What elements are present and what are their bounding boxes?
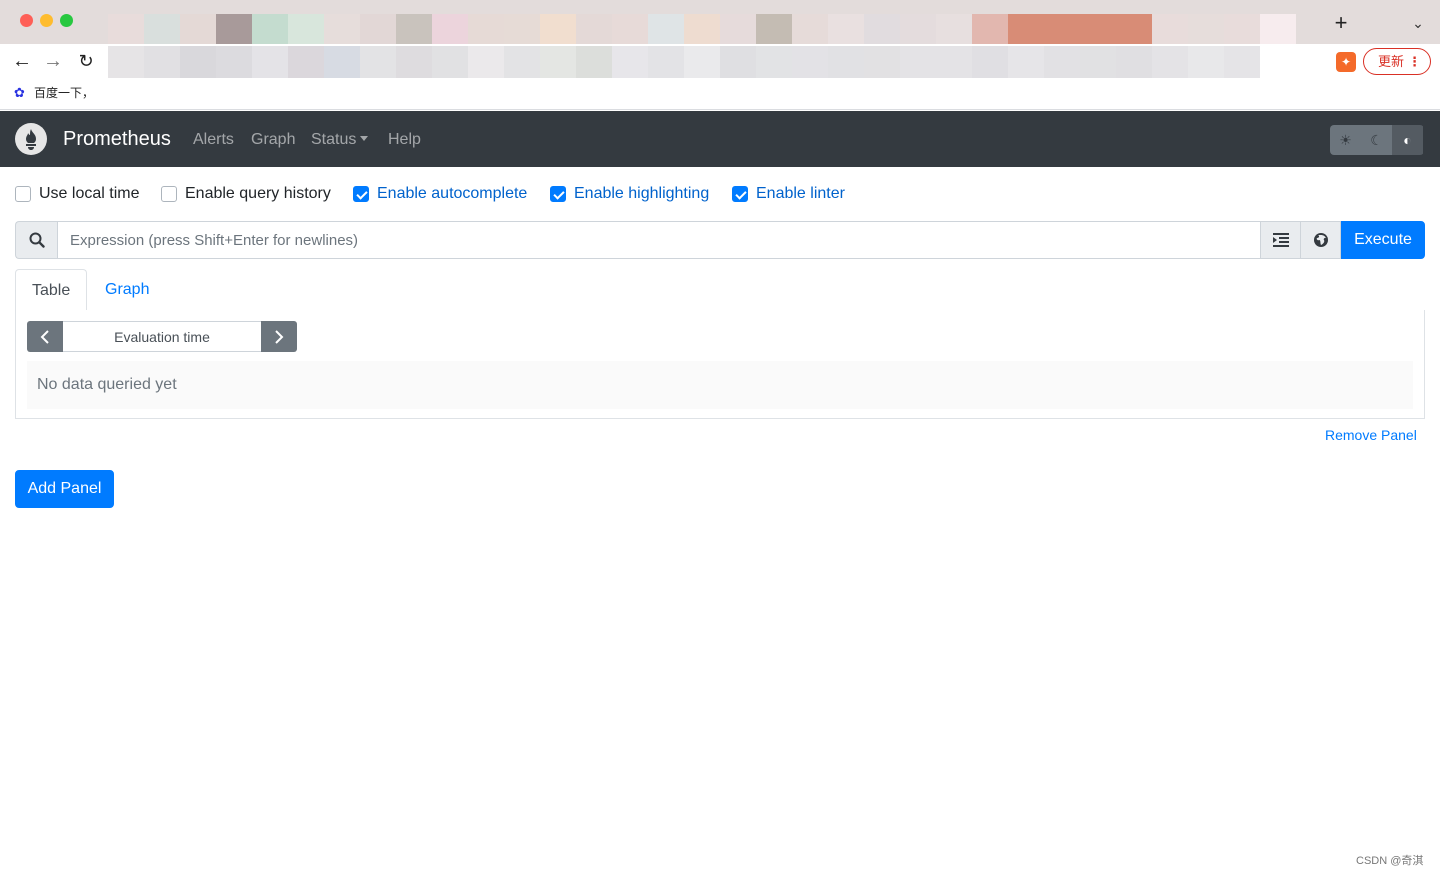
new-tab-button[interactable]: + (1330, 12, 1352, 34)
dark-theme-moon-icon[interactable]: ☾ (1361, 125, 1392, 155)
blurred-block (360, 46, 396, 82)
blurred-block (1152, 46, 1188, 82)
blurred-block (252, 46, 288, 82)
nav-graph[interactable]: Graph (251, 131, 295, 149)
blurred-block (144, 46, 180, 82)
top-navbar: Prometheus Alerts Graph Status Help ☀ ☾ … (0, 111, 1440, 167)
expression-input[interactable] (57, 221, 1261, 259)
blurred-block (468, 46, 504, 82)
add-panel-button[interactable]: Add Panel (15, 470, 114, 508)
maximize-window-button[interactable] (60, 14, 73, 27)
blurred-block (612, 46, 648, 82)
blurred-block (900, 46, 936, 82)
execute-button[interactable]: Execute (1341, 221, 1425, 259)
expression-bar: Execute (15, 221, 1425, 259)
previous-time-button[interactable] (27, 321, 63, 352)
blurred-block (684, 46, 720, 82)
nav-status-label: Status (311, 131, 357, 148)
blurred-address-bar[interactable] (108, 46, 1296, 82)
blurred-block (756, 46, 792, 82)
auto-theme-half-circle-icon[interactable]: ◐ (1392, 125, 1423, 155)
panel-tabs: Table Graph (15, 269, 1425, 312)
minimize-window-button[interactable] (40, 14, 53, 27)
tab-graph[interactable]: Graph (89, 269, 165, 311)
metrics-explorer-globe-icon[interactable] (1301, 221, 1341, 259)
prometheus-logo-icon[interactable] (15, 123, 47, 155)
evaluation-time-picker (27, 321, 297, 352)
enable-query-history-label: Enable query history (185, 185, 331, 202)
blurred-block (828, 46, 864, 82)
no-data-message: No data queried yet (27, 361, 1413, 409)
blurred-block (936, 46, 972, 82)
checkbox-box[interactable] (161, 186, 177, 202)
table-panel: No data queried yet (15, 310, 1425, 419)
blurred-block (324, 46, 360, 82)
forward-button[interactable]: → (42, 50, 64, 72)
blurred-block (216, 46, 252, 82)
checkbox-box[interactable] (15, 186, 31, 202)
enable-highlighting-checkbox[interactable]: Enable highlighting (550, 183, 709, 205)
checkbox-box[interactable] (732, 186, 748, 202)
blurred-block (972, 46, 1008, 82)
watermark-text: CSDN @奇淇 (1356, 855, 1424, 867)
reload-button[interactable]: ↻ (75, 50, 97, 72)
bookmarks-bar: ✿ 百度一下， (0, 78, 1440, 110)
browser-menu-icon: ⋮ (1408, 54, 1421, 69)
blurred-block (792, 46, 828, 82)
theme-switcher: ☀ ☾ ◐ (1330, 125, 1424, 155)
tab-search-button[interactable]: ⌄ (1408, 12, 1428, 34)
tab-strip: + ⌄ (0, 0, 1440, 50)
evaluation-time-input[interactable] (63, 321, 261, 352)
search-icon (15, 221, 57, 259)
next-time-button[interactable] (261, 321, 297, 352)
blurred-block (504, 46, 540, 82)
blurred-block (1044, 46, 1080, 82)
update-label: 更新 (1378, 54, 1405, 69)
blurred-block (576, 46, 612, 82)
enable-linter-label: Enable linter (756, 185, 845, 202)
blurred-block (720, 46, 756, 82)
blurred-block (1080, 46, 1116, 82)
nav-status-dropdown[interactable]: Status (311, 131, 369, 149)
browser-chrome: + ⌄ ← → ↻ ✦ 更新 ⋮ ✿ 百度一下， (0, 0, 1440, 110)
blurred-block (1116, 46, 1152, 82)
nav-help[interactable]: Help (388, 131, 421, 149)
blurred-block (108, 46, 144, 82)
light-theme-sun-icon[interactable]: ☀ (1330, 125, 1361, 155)
enable-highlighting-label: Enable highlighting (574, 185, 710, 202)
extension-icon[interactable]: ✦ (1336, 52, 1356, 72)
bookmark-label: 百度一下， (34, 86, 95, 100)
back-button[interactable]: ← (11, 50, 33, 72)
use-local-time-label: Use local time (39, 185, 140, 202)
blurred-block (864, 46, 900, 82)
format-expression-icon[interactable] (1261, 221, 1301, 259)
baidu-paw-icon: ✿ (14, 84, 25, 100)
blurred-block (288, 46, 324, 82)
enable-query-history-checkbox[interactable]: Enable query history (161, 183, 331, 205)
blurred-block (180, 46, 216, 82)
blurred-block (396, 46, 432, 82)
enable-linter-checkbox[interactable]: Enable linter (732, 183, 845, 205)
caret-down-icon (360, 136, 369, 141)
blurred-block (432, 46, 468, 82)
blurred-block (1224, 46, 1260, 82)
close-window-button[interactable] (20, 14, 33, 27)
use-local-time-checkbox[interactable]: Use local time (15, 183, 139, 205)
enable-autocomplete-label: Enable autocomplete (377, 185, 528, 202)
blurred-block (1188, 46, 1224, 82)
blurred-block (648, 46, 684, 82)
checkbox-box[interactable] (353, 186, 369, 202)
bookmark-baidu[interactable]: ✿ 百度一下， (14, 84, 94, 101)
blurred-block (1008, 46, 1044, 82)
tab-table[interactable]: Table (15, 269, 88, 312)
remove-panel-link[interactable]: Remove Panel (1325, 427, 1417, 443)
nav-alerts[interactable]: Alerts (193, 131, 234, 149)
blurred-block (1260, 46, 1296, 82)
browser-toolbar: ← → ↻ ✦ 更新 ⋮ (0, 44, 1440, 82)
brand-title[interactable]: Prometheus (63, 128, 171, 150)
enable-autocomplete-checkbox[interactable]: Enable autocomplete (353, 183, 527, 205)
blurred-block (540, 46, 576, 82)
browser-update-button[interactable]: 更新 ⋮ (1363, 48, 1431, 75)
checkbox-box[interactable] (550, 186, 566, 202)
